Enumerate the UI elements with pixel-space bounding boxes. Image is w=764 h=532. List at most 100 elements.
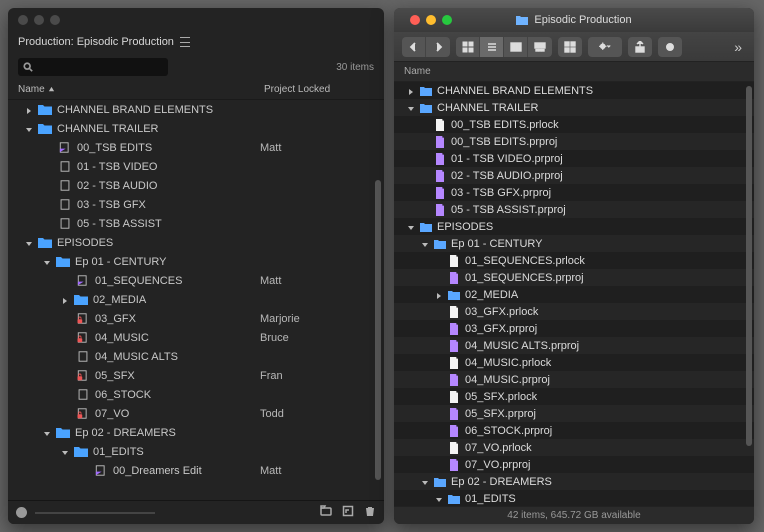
- disclosure-right-icon[interactable]: [25, 106, 33, 114]
- file-row[interactable]: Ep 01 - CENTURY: [394, 235, 754, 252]
- file-row[interactable]: 00_TSB EDITS.prproj: [394, 133, 754, 150]
- file-row[interactable]: 00_TSB EDITS.prlock: [394, 116, 754, 133]
- file-row[interactable]: 01_SEQUENCES.prproj: [394, 269, 754, 286]
- tree-row[interactable]: 06_STOCK: [8, 385, 384, 404]
- prproj-file-icon: [434, 187, 446, 199]
- file-row[interactable]: 01_SEQUENCES.prlock: [394, 252, 754, 269]
- file-row[interactable]: 07_VO.prlock: [394, 439, 754, 456]
- tree-row[interactable]: 04_MUSIC ALTS: [8, 347, 384, 366]
- list-view-button[interactable]: [480, 37, 504, 57]
- disclosure-down-icon[interactable]: [25, 239, 33, 247]
- file-row[interactable]: 05_SFX.prlock: [394, 388, 754, 405]
- file-row[interactable]: 04_MUSIC ALTS.prproj: [394, 337, 754, 354]
- tree-row[interactable]: 05 - TSB ASSIST: [8, 214, 384, 233]
- disclosure-down-icon[interactable]: [43, 429, 51, 437]
- tree-row[interactable]: 01_SEQUENCESMatt: [8, 271, 384, 290]
- tree-row[interactable]: Ep 02 - DREAMERS: [8, 423, 384, 442]
- file-label: 03 - TSB GFX.prproj: [451, 187, 551, 199]
- new-item-icon[interactable]: [342, 505, 354, 517]
- trash-icon[interactable]: [364, 505, 376, 517]
- project-icon: [76, 389, 90, 400]
- disclosure-right-icon[interactable]: [435, 291, 443, 299]
- tree-row[interactable]: 03 - TSB GFX: [8, 195, 384, 214]
- disclosure-down-icon[interactable]: [25, 125, 33, 133]
- file-row[interactable]: 07_VO.prproj: [394, 456, 754, 473]
- file-row[interactable]: CHANNEL BRAND ELEMENTS: [394, 82, 754, 99]
- icon-view-button[interactable]: [456, 37, 480, 57]
- minimize-dot-icon[interactable]: [426, 15, 436, 25]
- disclosure-down-icon[interactable]: [43, 258, 51, 266]
- file-row[interactable]: EPISODES: [394, 218, 754, 235]
- tree-row[interactable]: Ep 01 - CENTURY: [8, 252, 384, 271]
- folder-icon: [38, 123, 52, 134]
- file-row[interactable]: 06_STOCK.prproj: [394, 422, 754, 439]
- search-input[interactable]: [18, 58, 168, 76]
- file-row[interactable]: 02_MEDIA: [394, 286, 754, 303]
- tree-row[interactable]: 00_Dreamers EditMatt: [8, 461, 384, 480]
- disclosure-down-icon[interactable]: [421, 478, 429, 486]
- file-row[interactable]: 01_EDITS: [394, 490, 754, 506]
- finder-column-header[interactable]: Name: [394, 62, 754, 82]
- folder-icon: [420, 102, 432, 114]
- file-list[interactable]: CHANNEL BRAND ELEMENTSCHANNEL TRAILER00_…: [394, 82, 754, 506]
- disclosure-down-icon[interactable]: [407, 104, 415, 112]
- tree-row[interactable]: 00_TSB EDITSMatt: [8, 138, 384, 157]
- tree-row[interactable]: 04_MUSICBruce: [8, 328, 384, 347]
- disclosure-down-icon[interactable]: [407, 223, 415, 231]
- tree-row[interactable]: 07_VOTodd: [8, 404, 384, 423]
- prproj-file-icon: [434, 136, 446, 148]
- project-open-icon: [58, 142, 72, 153]
- locked-by: Matt: [260, 142, 370, 154]
- file-row[interactable]: CHANNEL TRAILER: [394, 99, 754, 116]
- column-headers[interactable]: Name Project Locked: [8, 78, 384, 100]
- tree-row[interactable]: CHANNEL BRAND ELEMENTS: [8, 100, 384, 119]
- file-row[interactable]: 03 - TSB GFX.prproj: [394, 184, 754, 201]
- file-row[interactable]: 01 - TSB VIDEO.prproj: [394, 150, 754, 167]
- close-dot-icon[interactable]: [18, 15, 28, 25]
- disclosure-down-icon[interactable]: [435, 495, 443, 503]
- new-bin-icon[interactable]: [320, 505, 332, 517]
- action-menu-button[interactable]: [588, 37, 622, 57]
- item-label: 02 - TSB AUDIO: [77, 180, 158, 192]
- file-row[interactable]: 04_MUSIC.prlock: [394, 354, 754, 371]
- scrollbar-thumb[interactable]: [746, 86, 752, 446]
- file-row[interactable]: 05 - TSB ASSIST.prproj: [394, 201, 754, 218]
- disclosure-right-icon[interactable]: [407, 87, 415, 95]
- scrollbar-thumb[interactable]: [375, 180, 381, 480]
- overflow-chevron-icon[interactable]: »: [730, 39, 746, 55]
- zoom-slider[interactable]: [16, 507, 27, 518]
- tags-button[interactable]: [658, 37, 682, 57]
- tree-row[interactable]: 01 - TSB VIDEO: [8, 157, 384, 176]
- file-row[interactable]: 05_SFX.prproj: [394, 405, 754, 422]
- tree-row[interactable]: EPISODES: [8, 233, 384, 252]
- column-view-button[interactable]: [504, 37, 528, 57]
- share-button[interactable]: [628, 37, 652, 57]
- panel-title: Production: Episodic Production: [18, 36, 174, 48]
- disclosure-right-icon[interactable]: [61, 296, 69, 304]
- tree-row[interactable]: CHANNEL TRAILER: [8, 119, 384, 138]
- zoom-dot-icon[interactable]: [442, 15, 452, 25]
- file-row[interactable]: 03_GFX.prproj: [394, 320, 754, 337]
- panel-menu-icon[interactable]: [180, 37, 190, 47]
- file-row[interactable]: 02 - TSB AUDIO.prproj: [394, 167, 754, 184]
- tree-row[interactable]: 01_EDITS: [8, 442, 384, 461]
- file-row[interactable]: 04_MUSIC.prproj: [394, 371, 754, 388]
- tree-row[interactable]: 02 - TSB AUDIO: [8, 176, 384, 195]
- minimize-dot-icon[interactable]: [34, 15, 44, 25]
- disclosure-down-icon[interactable]: [61, 448, 69, 456]
- disclosure-down-icon[interactable]: [421, 240, 429, 248]
- gallery-view-button[interactable]: [528, 37, 552, 57]
- group-by-button[interactable]: [558, 37, 582, 57]
- back-button[interactable]: [402, 37, 426, 57]
- file-row[interactable]: Ep 02 - DREAMERS: [394, 473, 754, 490]
- file-row[interactable]: 03_GFX.prlock: [394, 303, 754, 320]
- tree-row[interactable]: 05_SFXFran: [8, 366, 384, 385]
- project-tree[interactable]: CHANNEL BRAND ELEMENTSCHANNEL TRAILER00_…: [8, 100, 384, 500]
- forward-button[interactable]: [426, 37, 450, 57]
- zoom-dot-icon[interactable]: [50, 15, 60, 25]
- search-icon: [23, 62, 33, 72]
- prproj-file-icon: [434, 170, 446, 182]
- close-dot-icon[interactable]: [410, 15, 420, 25]
- tree-row[interactable]: 02_MEDIA: [8, 290, 384, 309]
- tree-row[interactable]: 03_GFXMarjorie: [8, 309, 384, 328]
